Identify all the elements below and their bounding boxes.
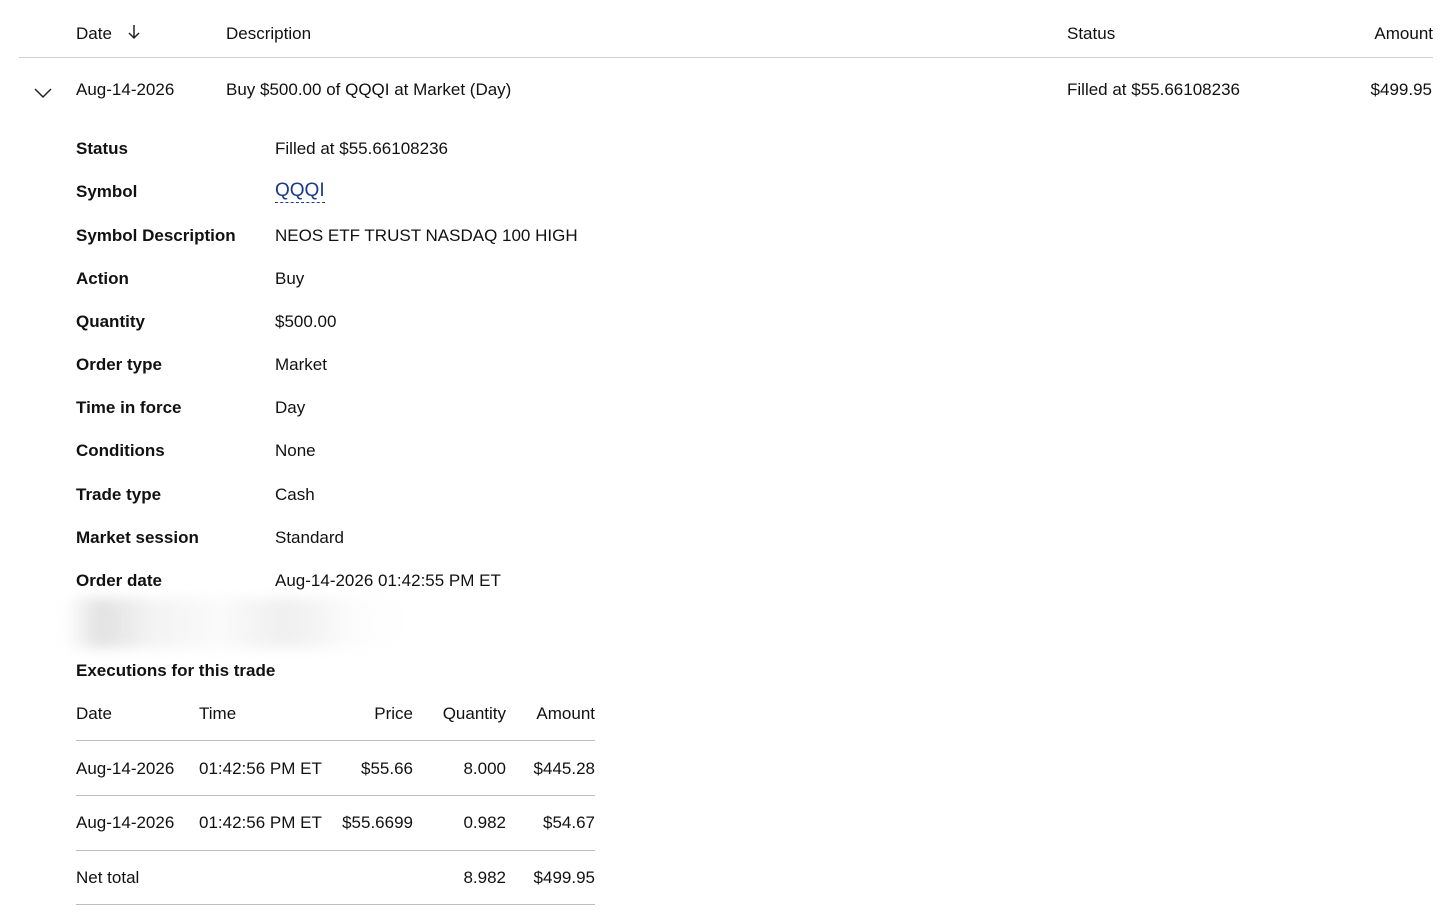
header-divider	[19, 57, 1433, 58]
arrow-down-icon[interactable]	[127, 24, 141, 45]
exec-header-price: Price	[374, 704, 413, 723]
detail-value-trade-type: Cash	[275, 485, 315, 504]
detail-label-order-date: Order date	[76, 571, 162, 590]
detail-label-order-type: Order type	[76, 355, 162, 374]
exec-row-divider	[76, 795, 595, 796]
exec-header-divider	[76, 740, 595, 741]
exec-row-1-amount: $445.28	[533, 759, 595, 778]
date-column-header[interactable]: Date	[76, 24, 141, 45]
detail-value-time-in-force: Day	[275, 398, 306, 417]
net-total-divider	[76, 904, 595, 905]
exec-header-amount: Amount	[536, 704, 595, 723]
chevron-down-icon[interactable]	[34, 84, 52, 104]
exec-row-2-date: Aug-14-2026	[76, 813, 175, 832]
detail-label-status: Status	[76, 139, 128, 158]
detail-label-conditions: Conditions	[76, 441, 165, 460]
description-column-header[interactable]: Description	[226, 24, 311, 44]
redacted-region	[66, 598, 406, 648]
exec-row-1-date: Aug-14-2026	[76, 759, 175, 778]
detail-value-order-type: Market	[275, 355, 327, 374]
net-total-amount: $499.95	[533, 868, 595, 887]
detail-label-action: Action	[76, 269, 129, 288]
detail-label-trade-type: Trade type	[76, 485, 162, 504]
exec-row-2-amount: $54.67	[543, 813, 595, 832]
detail-value-quantity: $500.00	[275, 312, 337, 331]
exec-row-2-price: $55.6699	[342, 813, 413, 832]
net-total-label: Net total	[76, 868, 140, 887]
detail-label-symbol-description: Symbol Description	[76, 226, 236, 245]
exec-header-date: Date	[76, 704, 112, 723]
detail-label-symbol: Symbol	[76, 182, 138, 201]
amount-column-header[interactable]: Amount	[1374, 24, 1433, 44]
executions-title: Executions for this trade	[76, 661, 276, 680]
detail-value-action: Buy	[275, 269, 305, 288]
detail-value-symbol-description: NEOS ETF TRUST NASDAQ 100 HIGH	[275, 226, 578, 245]
order-date: Aug-14-2026	[76, 80, 175, 99]
exec-row-divider	[76, 850, 595, 851]
detail-label-time-in-force: Time in force	[76, 398, 182, 417]
order-status: Filled at $55.66108236	[1067, 80, 1240, 99]
order-amount: $499.95	[1370, 80, 1432, 99]
status-column-header[interactable]: Status	[1067, 24, 1115, 44]
detail-value-symbol[interactable]: QQQI	[275, 180, 325, 203]
detail-value-status: Filled at $55.66108236	[275, 139, 448, 158]
exec-row-2-time: 01:42:56 PM ET	[199, 813, 322, 832]
net-total-quantity: 8.982	[463, 868, 506, 887]
detail-value-market-session: Standard	[275, 528, 344, 547]
detail-label-quantity: Quantity	[76, 312, 145, 331]
exec-row-1-time: 01:42:56 PM ET	[199, 759, 322, 778]
exec-row-1-quantity: 8.000	[463, 759, 506, 778]
detail-label-market-session: Market session	[76, 528, 199, 547]
detail-value-conditions: None	[275, 441, 316, 460]
exec-header-time: Time	[199, 704, 237, 723]
exec-header-quantity: Quantity	[442, 704, 506, 723]
exec-row-2-quantity: 0.982	[463, 813, 506, 832]
symbol-link[interactable]: QQQI	[275, 180, 325, 203]
order-description: Buy $500.00 of QQQI at Market (Day)	[226, 80, 512, 99]
detail-value-order-date: Aug-14-2026 01:42:55 PM ET	[275, 571, 501, 590]
exec-row-1-price: $55.66	[361, 759, 413, 778]
date-column-label: Date	[76, 24, 112, 43]
